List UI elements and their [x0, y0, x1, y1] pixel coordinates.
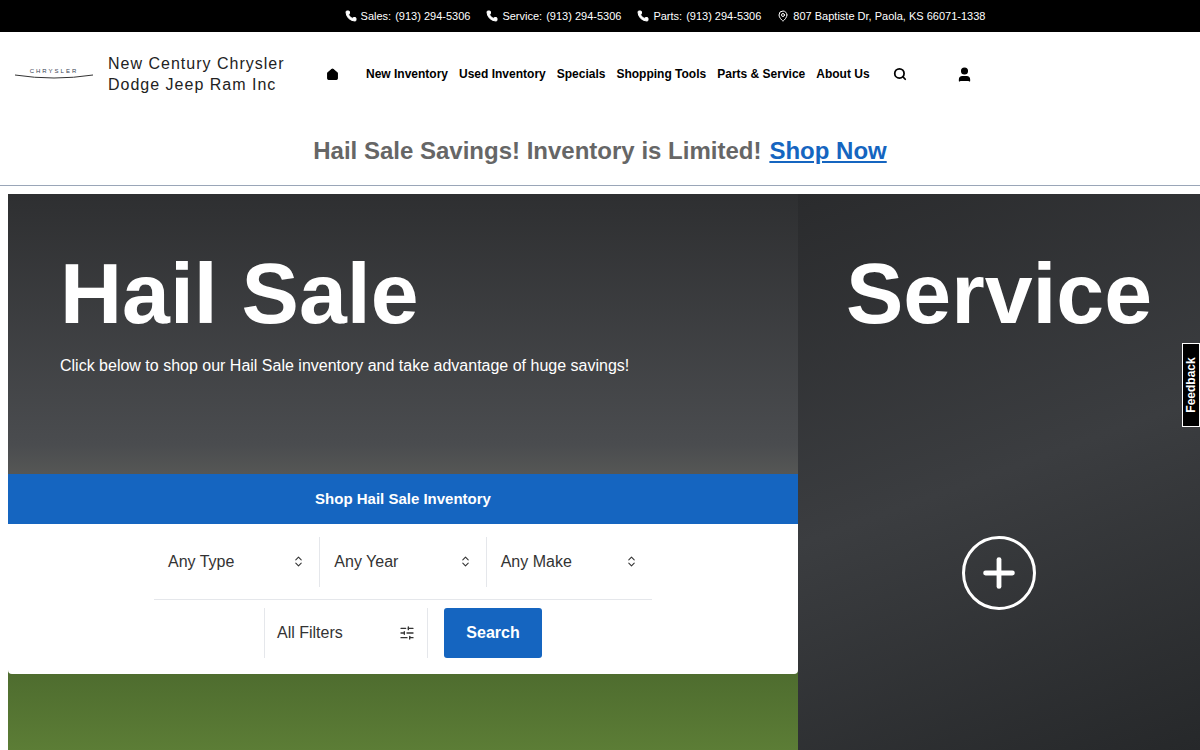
service-title: Service	[846, 250, 1152, 336]
top-bar: Sales:(913) 294-5306 Service:(913) 294-53…	[0, 0, 1200, 32]
hero: Hail Sale Click below to shop our Hail Sa…	[8, 194, 1200, 750]
nav-item[interactable]: Parts & Service	[717, 65, 805, 83]
user-icon[interactable]	[956, 66, 973, 83]
chevrons-icon	[459, 555, 472, 568]
phone-icon	[486, 10, 498, 22]
contact-link[interactable]: Sales:(913) 294-5306	[345, 8, 471, 25]
hail-sale-subtitle: Click below to shop our Hail Sale invent…	[60, 354, 798, 378]
search-row: All Filters Search	[264, 608, 542, 658]
nav-item[interactable]: New Inventory	[366, 65, 448, 83]
filter-select[interactable]: Any Year	[319, 537, 485, 587]
search-button[interactable]: Search	[444, 608, 542, 658]
address-link[interactable]: 807 Baptiste Dr, Paola, KS 66071-1338	[777, 8, 985, 25]
chrysler-logo[interactable]: CHRYSLER	[14, 68, 94, 80]
header: CHRYSLER New Century ChryslerDodge Jeep R…	[0, 32, 1200, 116]
filter-select[interactable]: Any Make	[486, 537, 652, 587]
contact-link[interactable]: Service:(913) 294-5306	[486, 8, 621, 25]
hail-sale-title: Hail Sale	[60, 250, 798, 336]
shop-now-link[interactable]: Shop Now	[769, 133, 886, 169]
nav-item[interactable]: About Us	[816, 65, 869, 83]
filter-select[interactable]: Any Type	[154, 537, 319, 587]
nav-item[interactable]: Specials	[557, 65, 606, 83]
home-icon[interactable]	[326, 68, 339, 81]
feedback-tab[interactable]: Feedback	[1182, 343, 1200, 427]
promo-banner: Hail Sale Savings! Inventory is Limited!…	[0, 116, 1200, 186]
page: Sales:(913) 294-5306 Service:(913) 294-53…	[0, 0, 1200, 750]
phone-icon	[637, 10, 649, 22]
map-pin-icon	[777, 10, 789, 22]
chevrons-icon	[625, 555, 638, 568]
chevrons-icon	[292, 555, 305, 568]
dealer-name[interactable]: New Century ChryslerDodge Jeep Ram Inc	[108, 53, 308, 95]
search-icon[interactable]	[893, 67, 907, 81]
expand-button[interactable]	[962, 536, 1036, 610]
filter-row: Any TypeAny YearAny Make	[154, 524, 652, 600]
all-filters-button[interactable]: All Filters	[264, 608, 428, 658]
plus-icon	[976, 550, 1022, 596]
service-panel[interactable]: Service	[798, 194, 1200, 750]
nav-item[interactable]: Shopping Tools	[616, 65, 706, 83]
contact-link[interactable]: Parts:(913) 294-5306	[637, 8, 761, 25]
nav-item[interactable]: Used Inventory	[459, 65, 546, 83]
hail-sale-panel: Hail Sale Click below to shop our Hail Sa…	[8, 194, 798, 750]
wing-icon	[15, 74, 93, 80]
sliders-icon	[399, 625, 415, 641]
shop-hail-sale-button[interactable]: Shop Hail Sale Inventory	[8, 474, 798, 524]
search-box: Any TypeAny YearAny Make All Filters Searc…	[8, 524, 798, 674]
main-nav: New Inventory Used Inventory Specials Shopp…	[326, 65, 973, 83]
phone-icon	[345, 10, 357, 22]
